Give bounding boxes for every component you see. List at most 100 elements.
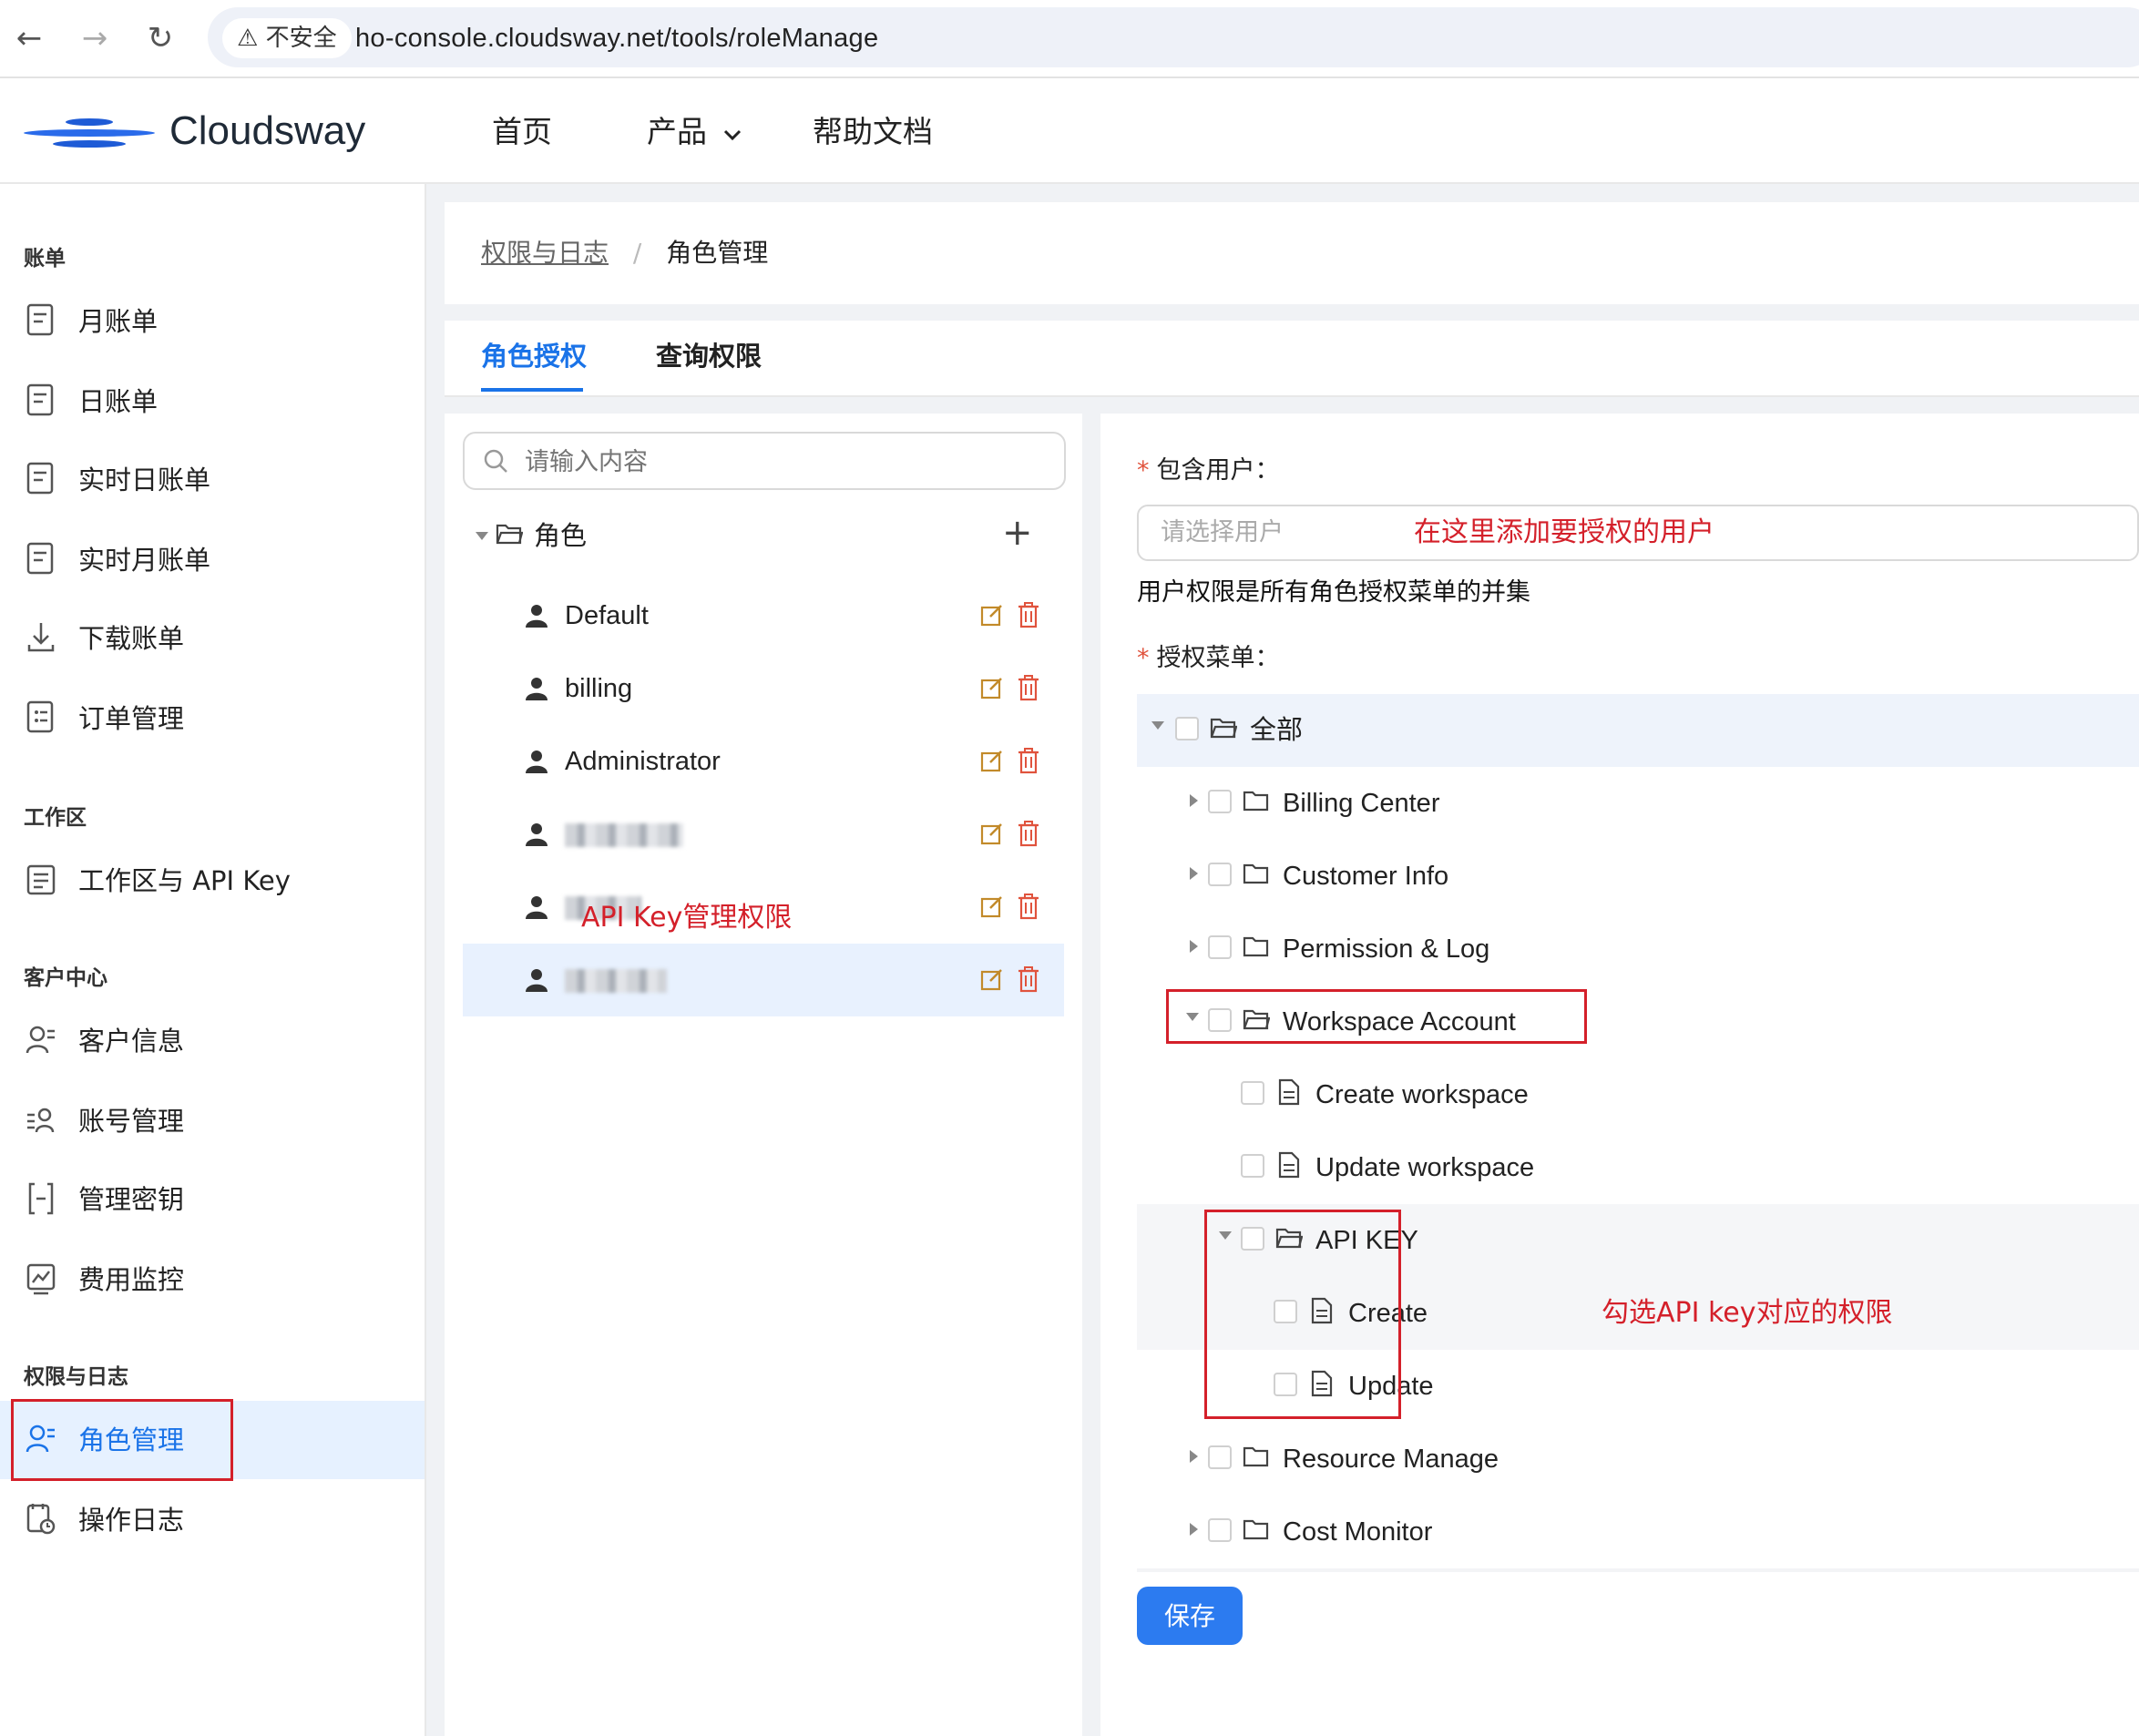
sidebar-item-monthly-bill[interactable]: 月账单 — [0, 282, 425, 361]
breadcrumb-separator: / — [632, 238, 642, 268]
delete-icon[interactable] — [1017, 601, 1040, 628]
edit-icon[interactable] — [980, 749, 1004, 772]
role-row-redacted-selected[interactable] — [463, 944, 1064, 1016]
tabs: 角色授权 查询权限 — [445, 321, 2139, 397]
checkbox[interactable] — [1208, 935, 1232, 959]
delete-icon[interactable] — [1017, 674, 1040, 701]
folder-icon — [1243, 1446, 1269, 1467]
nav-help-docs[interactable]: 帮助文档 — [813, 109, 933, 155]
edit-icon[interactable] — [980, 676, 1004, 700]
reload-icon[interactable]: ↻ — [140, 18, 180, 58]
tree-node-cost-monitor[interactable]: Cost Monitor — [1137, 1496, 2139, 1568]
caret-right-icon[interactable] — [1190, 940, 1198, 953]
nav-products-label: 产品 — [647, 114, 707, 149]
role-name: billing — [565, 674, 633, 703]
annotation-api-key-permissions: 勾选API key对应的权限 — [1602, 1297, 1893, 1329]
sidebar-item-label: 工作区与 API Key — [78, 865, 291, 896]
sidebar-item-daily-bill[interactable]: 日账单 — [0, 363, 425, 441]
sidebar-item-realtime-monthly-bill[interactable]: 实时月账单 — [0, 521, 425, 599]
checkbox[interactable] — [1241, 1081, 1264, 1105]
role-row-administrator[interactable]: Administrator — [463, 725, 1064, 798]
role-root-label: 角色 — [534, 520, 588, 551]
tree-node-billing-center[interactable]: Billing Center — [1137, 767, 2139, 840]
sidebar-item-workspace-api-key[interactable]: 工作区与 API Key — [0, 842, 425, 920]
tree-node-all[interactable]: 全部 — [1137, 694, 2139, 767]
tree-node-customer-info[interactable]: Customer Info — [1137, 840, 2139, 913]
sidebar-item-manage-keys[interactable]: 管理密钥 — [0, 1160, 425, 1239]
tree-node-update-workspace[interactable]: Update workspace — [1137, 1131, 2139, 1204]
annotation-box-api-key — [1204, 1210, 1401, 1419]
role-row-default[interactable]: Default — [463, 579, 1064, 652]
authorization-form: * 包含用户： 请选择用户 在这里添加要授权的用户 用户权限是所有角色授权菜单的并… — [1100, 414, 2139, 1736]
sidebar-item-label: 日账单 — [78, 386, 159, 417]
save-button[interactable]: 保存 — [1137, 1587, 1243, 1645]
checkbox[interactable] — [1208, 1518, 1232, 1542]
sidebar-item-realtime-daily-bill[interactable]: 实时日账单 — [0, 441, 425, 519]
tab-query-permissions[interactable]: 查询权限 — [656, 333, 762, 379]
sidebar-section-customer-center: 客户中心 — [24, 966, 107, 990]
sidebar-item-cost-monitor[interactable]: 费用监控 — [0, 1241, 425, 1319]
checkbox[interactable] — [1241, 1154, 1264, 1178]
security-indicator[interactable]: ⚠ 不安全 — [222, 18, 352, 58]
edit-icon[interactable] — [980, 603, 1004, 627]
tab-role-authorization[interactable]: 角色授权 — [481, 333, 587, 379]
role-name: Default — [565, 601, 649, 630]
nav-products[interactable]: 产品 — [647, 109, 742, 155]
forward-arrow-icon[interactable]: → — [75, 18, 115, 58]
role-search[interactable] — [463, 432, 1066, 490]
edit-icon[interactable] — [980, 894, 1004, 918]
breadcrumb-parent[interactable]: 权限与日志 — [481, 238, 609, 268]
sidebar-section-billing: 账单 — [24, 247, 66, 271]
tree-node-resource-manage[interactable]: Resource Manage — [1137, 1423, 2139, 1496]
caret-right-icon[interactable] — [1190, 867, 1198, 880]
search-input[interactable] — [523, 441, 1055, 483]
sidebar-section-workspace: 工作区 — [24, 806, 87, 830]
checkbox[interactable] — [1208, 863, 1232, 886]
tree-node-label: Create workspace — [1315, 1080, 1529, 1109]
folder-open-icon — [496, 524, 523, 545]
brand-name[interactable]: Cloudsway — [169, 104, 365, 158]
folder-icon — [1243, 791, 1269, 812]
role-row-billing[interactable]: billing — [463, 652, 1064, 725]
user-select[interactable]: 请选择用户 在这里添加要授权的用户 — [1137, 505, 2139, 561]
checkbox[interactable] — [1208, 790, 1232, 813]
nav-home[interactable]: 首页 — [492, 109, 552, 155]
back-arrow-icon[interactable]: ← — [9, 18, 49, 58]
delete-icon[interactable] — [1017, 747, 1040, 774]
caret-right-icon[interactable] — [1190, 794, 1198, 807]
sidebar-item-order-management[interactable]: 订单管理 — [0, 679, 425, 758]
sidebar-item-label: 账号管理 — [78, 1106, 185, 1137]
delete-icon[interactable] — [1017, 893, 1040, 920]
redacted-role-name — [565, 823, 683, 847]
tree-node-permission-log[interactable]: Permission & Log — [1137, 913, 2139, 985]
role-row-redacted[interactable] — [463, 798, 1064, 871]
sidebar-item-label: 管理密钥 — [78, 1184, 185, 1215]
tree-node-create-workspace[interactable]: Create workspace — [1137, 1058, 2139, 1131]
user-info-icon — [26, 1026, 55, 1054]
add-role-icon[interactable]: + — [1002, 510, 1033, 556]
sidebar-item-account-management[interactable]: 账号管理 — [0, 1082, 425, 1160]
edit-icon[interactable] — [980, 822, 1004, 845]
users-field-label: * 包含用户： — [1137, 450, 1280, 492]
role-root-node[interactable]: 角色 + — [463, 501, 1064, 570]
edit-icon[interactable] — [980, 967, 1004, 991]
workspace-icon — [26, 864, 56, 895]
annotation-box-workspace-account — [1166, 989, 1587, 1044]
document-icon — [26, 462, 54, 495]
menu-label-text: 授权菜单： — [1156, 644, 1280, 672]
sidebar-item-label: 客户信息 — [78, 1026, 185, 1057]
sidebar-item-customer-info[interactable]: 客户信息 — [0, 1002, 425, 1080]
caret-down-icon[interactable] — [476, 532, 488, 540]
sidebar-item-operation-log[interactable]: 操作日志 — [0, 1481, 425, 1559]
checkbox[interactable] — [1175, 717, 1199, 740]
delete-icon[interactable] — [1017, 820, 1040, 847]
caret-right-icon[interactable] — [1190, 1450, 1198, 1463]
checkbox[interactable] — [1208, 1445, 1232, 1469]
url-text[interactable]: ho-console.cloudsway.net/tools/roleManag… — [355, 18, 878, 58]
redacted-role-name — [565, 969, 667, 993]
caret-right-icon[interactable] — [1190, 1523, 1198, 1536]
sidebar-item-label: 实时日账单 — [78, 465, 211, 495]
delete-icon[interactable] — [1017, 965, 1040, 993]
sidebar-item-download-bill[interactable]: 下载账单 — [0, 599, 425, 678]
caret-down-icon[interactable] — [1151, 721, 1164, 730]
